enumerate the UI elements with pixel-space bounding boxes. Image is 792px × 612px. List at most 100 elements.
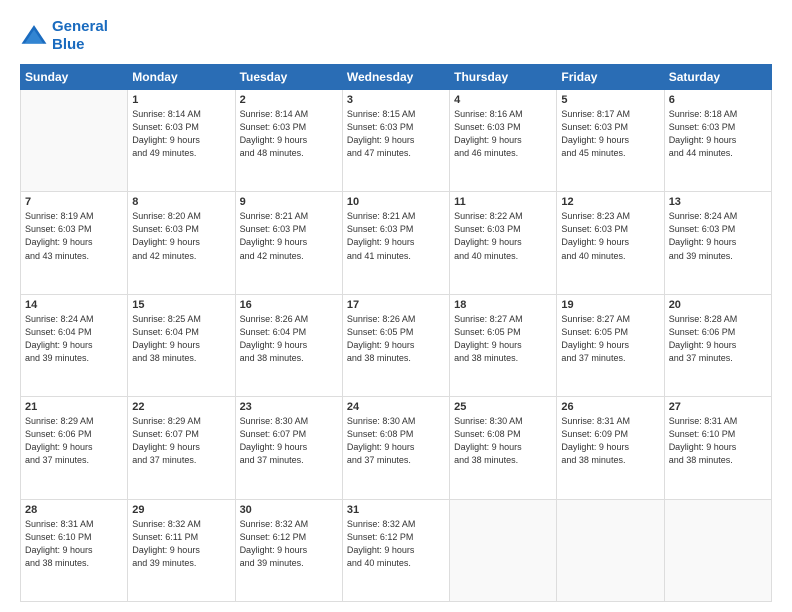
day-info: Sunrise: 8:30 AMSunset: 6:08 PMDaylight:… xyxy=(454,415,552,467)
day-info: Sunrise: 8:27 AMSunset: 6:05 PMDaylight:… xyxy=(561,313,659,365)
day-number: 23 xyxy=(240,401,338,413)
calendar-cell: 23 Sunrise: 8:30 AMSunset: 6:07 PMDayligh… xyxy=(235,397,342,499)
calendar-cell: 30 Sunrise: 8:32 AMSunset: 6:12 PMDayligh… xyxy=(235,499,342,601)
calendar-cell: 2Sunrise: 8:14 AMSunset: 6:03 PMDaylight… xyxy=(235,90,342,192)
calendar-cell xyxy=(557,499,664,601)
calendar-header: SundayMondayTuesdayWednesdayThursdayFrid… xyxy=(21,65,772,90)
calendar-cell: 22Sunrise: 8:29 AMSunset: 6:07 PMDayligh… xyxy=(128,397,235,499)
calendar-cell: 8 Sunrise: 8:20 AMSunset: 6:03 PMDaylight… xyxy=(128,192,235,294)
calendar-cell: 16 Sunrise: 8:26 AMSunset: 6:04 PMDayligh… xyxy=(235,294,342,396)
day-info: Sunrise: 8:24 AMSunset: 6:03 PMDaylight:… xyxy=(669,210,767,262)
day-number: 2 xyxy=(240,94,338,106)
calendar-cell: 25 Sunrise: 8:30 AMSunset: 6:08 PMDayligh… xyxy=(450,397,557,499)
day-number: 30 xyxy=(240,504,338,516)
day-number: 17 xyxy=(347,299,445,311)
calendar-cell: 3Sunrise: 8:15 AMSunset: 6:03 PMDaylight… xyxy=(342,90,449,192)
weekday-header: Wednesday xyxy=(342,65,449,90)
calendar-cell: 10 Sunrise: 8:21 AMSunset: 6:03 PMDayligh… xyxy=(342,192,449,294)
calendar-cell: 1 Sunrise: 8:14 AMSunset: 6:03 PMDaylight… xyxy=(128,90,235,192)
day-number: 9 xyxy=(240,196,338,208)
day-info: Sunrise: 8:31 AMSunset: 6:09 PMDaylight:… xyxy=(561,415,659,467)
day-info: Sunrise: 8:17 AMSunset: 6:03 PMDaylight:… xyxy=(561,108,659,160)
calendar-table: SundayMondayTuesdayWednesdayThursdayFrid… xyxy=(20,64,772,602)
calendar-cell: 6 Sunrise: 8:18 AMSunset: 6:03 PMDaylight… xyxy=(664,90,771,192)
calendar-cell: 20 Sunrise: 8:28 AMSunset: 6:06 PMDayligh… xyxy=(664,294,771,396)
calendar-cell xyxy=(450,499,557,601)
logo-text: General Blue xyxy=(52,18,108,54)
calendar-cell: 29 Sunrise: 8:32 AMSunset: 6:11 PMDayligh… xyxy=(128,499,235,601)
weekday-header: Friday xyxy=(557,65,664,90)
day-info: Sunrise: 8:19 AMSunset: 6:03 PMDaylight:… xyxy=(25,210,123,262)
calendar-cell: 19Sunrise: 8:27 AMSunset: 6:05 PMDayligh… xyxy=(557,294,664,396)
calendar-cell: 7 Sunrise: 8:19 AMSunset: 6:03 PMDaylight… xyxy=(21,192,128,294)
day-number: 25 xyxy=(454,401,552,413)
day-info: Sunrise: 8:31 AMSunset: 6:10 PMDaylight:… xyxy=(669,415,767,467)
day-info: Sunrise: 8:32 AMSunset: 6:11 PMDaylight:… xyxy=(132,518,230,570)
day-info: Sunrise: 8:21 AMSunset: 6:03 PMDaylight:… xyxy=(240,210,338,262)
day-number: 27 xyxy=(669,401,767,413)
day-info: Sunrise: 8:30 AMSunset: 6:07 PMDaylight:… xyxy=(240,415,338,467)
calendar-cell: 11 Sunrise: 8:22 AMSunset: 6:03 PMDayligh… xyxy=(450,192,557,294)
calendar-cell: 13Sunrise: 8:24 AMSunset: 6:03 PMDayligh… xyxy=(664,192,771,294)
day-number: 8 xyxy=(132,196,230,208)
weekday-header: Thursday xyxy=(450,65,557,90)
day-number: 11 xyxy=(454,196,552,208)
day-info: Sunrise: 8:27 AMSunset: 6:05 PMDaylight:… xyxy=(454,313,552,365)
day-info: Sunrise: 8:32 AMSunset: 6:12 PMDaylight:… xyxy=(240,518,338,570)
day-number: 21 xyxy=(25,401,123,413)
day-info: Sunrise: 8:14 AMSunset: 6:03 PMDaylight:… xyxy=(132,108,230,160)
calendar-cell: 4 Sunrise: 8:16 AMSunset: 6:03 PMDaylight… xyxy=(450,90,557,192)
day-info: Sunrise: 8:21 AMSunset: 6:03 PMDaylight:… xyxy=(347,210,445,262)
day-number: 4 xyxy=(454,94,552,106)
day-number: 10 xyxy=(347,196,445,208)
calendar-cell: 5Sunrise: 8:17 AMSunset: 6:03 PMDaylight… xyxy=(557,90,664,192)
weekday-header: Tuesday xyxy=(235,65,342,90)
day-number: 29 xyxy=(132,504,230,516)
day-info: Sunrise: 8:18 AMSunset: 6:03 PMDaylight:… xyxy=(669,108,767,160)
day-info: Sunrise: 8:23 AMSunset: 6:03 PMDaylight:… xyxy=(561,210,659,262)
calendar-cell: 15Sunrise: 8:25 AMSunset: 6:04 PMDayligh… xyxy=(128,294,235,396)
day-number: 1 xyxy=(132,94,230,106)
calendar-cell: 21 Sunrise: 8:29 AMSunset: 6:06 PMDayligh… xyxy=(21,397,128,499)
calendar-cell: 26 Sunrise: 8:31 AMSunset: 6:09 PMDayligh… xyxy=(557,397,664,499)
calendar-cell: 28 Sunrise: 8:31 AMSunset: 6:10 PMDayligh… xyxy=(21,499,128,601)
day-number: 12 xyxy=(561,196,659,208)
day-number: 18 xyxy=(454,299,552,311)
weekday-header: Monday xyxy=(128,65,235,90)
day-info: Sunrise: 8:28 AMSunset: 6:06 PMDaylight:… xyxy=(669,313,767,365)
day-number: 6 xyxy=(669,94,767,106)
day-number: 7 xyxy=(25,196,123,208)
day-info: Sunrise: 8:26 AMSunset: 6:05 PMDaylight:… xyxy=(347,313,445,365)
day-info: Sunrise: 8:16 AMSunset: 6:03 PMDaylight:… xyxy=(454,108,552,160)
day-info: Sunrise: 8:29 AMSunset: 6:06 PMDaylight:… xyxy=(25,415,123,467)
calendar-cell: 27 Sunrise: 8:31 AMSunset: 6:10 PMDayligh… xyxy=(664,397,771,499)
calendar-cell xyxy=(21,90,128,192)
day-number: 24 xyxy=(347,401,445,413)
day-number: 26 xyxy=(561,401,659,413)
page: General Blue SundayMondayTuesdayWednesda… xyxy=(0,0,792,612)
calendar-cell xyxy=(664,499,771,601)
day-number: 16 xyxy=(240,299,338,311)
calendar-cell: 17 Sunrise: 8:26 AMSunset: 6:05 PMDayligh… xyxy=(342,294,449,396)
day-info: Sunrise: 8:26 AMSunset: 6:04 PMDaylight:… xyxy=(240,313,338,365)
calendar-cell: 18 Sunrise: 8:27 AMSunset: 6:05 PMDayligh… xyxy=(450,294,557,396)
day-info: Sunrise: 8:32 AMSunset: 6:12 PMDaylight:… xyxy=(347,518,445,570)
day-number: 14 xyxy=(25,299,123,311)
weekday-header: Saturday xyxy=(664,65,771,90)
day-number: 20 xyxy=(669,299,767,311)
day-number: 22 xyxy=(132,401,230,413)
calendar-cell: 14 Sunrise: 8:24 AMSunset: 6:04 PMDayligh… xyxy=(21,294,128,396)
day-info: Sunrise: 8:20 AMSunset: 6:03 PMDaylight:… xyxy=(132,210,230,262)
day-number: 31 xyxy=(347,504,445,516)
day-info: Sunrise: 8:30 AMSunset: 6:08 PMDaylight:… xyxy=(347,415,445,467)
day-info: Sunrise: 8:24 AMSunset: 6:04 PMDaylight:… xyxy=(25,313,123,365)
calendar-cell: 31 Sunrise: 8:32 AMSunset: 6:12 PMDayligh… xyxy=(342,499,449,601)
day-info: Sunrise: 8:31 AMSunset: 6:10 PMDaylight:… xyxy=(25,518,123,570)
calendar-body: 1 Sunrise: 8:14 AMSunset: 6:03 PMDaylight… xyxy=(21,90,772,602)
day-number: 3 xyxy=(347,94,445,106)
day-info: Sunrise: 8:22 AMSunset: 6:03 PMDaylight:… xyxy=(454,210,552,262)
day-number: 28 xyxy=(25,504,123,516)
day-number: 15 xyxy=(132,299,230,311)
calendar-cell: 24 Sunrise: 8:30 AMSunset: 6:08 PMDayligh… xyxy=(342,397,449,499)
header: General Blue xyxy=(20,18,772,54)
